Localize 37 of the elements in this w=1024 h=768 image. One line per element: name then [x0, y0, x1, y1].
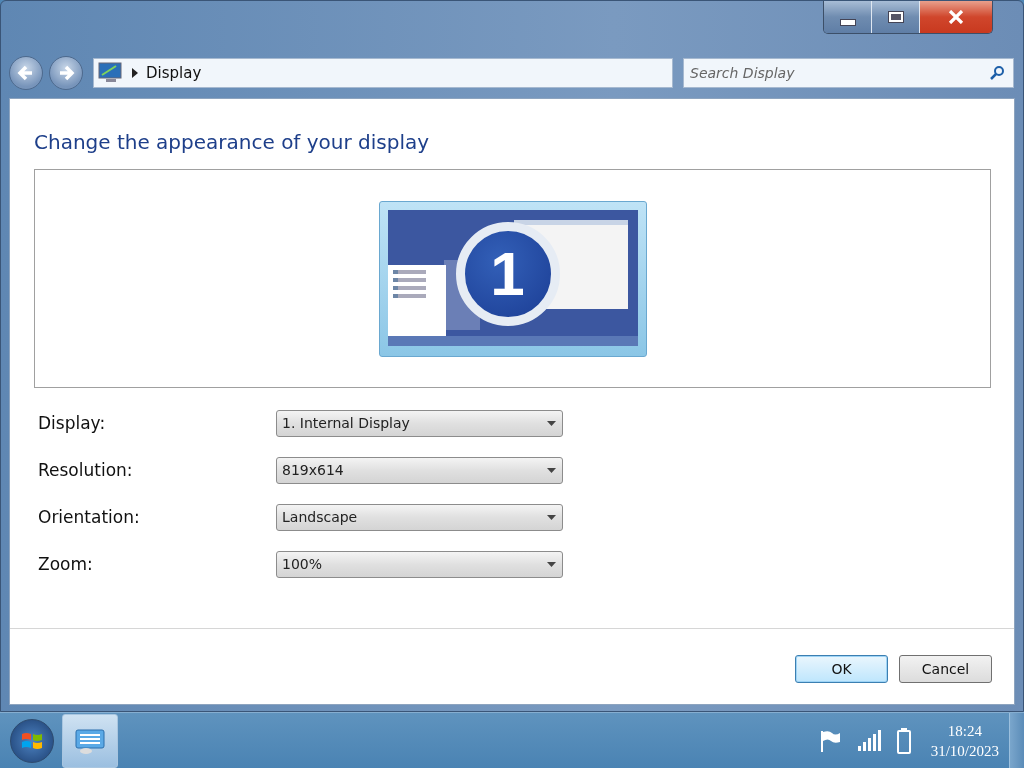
- signal-icon[interactable]: [856, 729, 881, 752]
- flag-icon[interactable]: [818, 728, 841, 753]
- dropdown-arrow-icon: [547, 420, 556, 426]
- search-field[interactable]: Search Display: [683, 58, 1014, 88]
- clock-date: 31/10/2023: [930, 741, 999, 761]
- clock[interactable]: 18:24 31/10/2023: [930, 720, 999, 761]
- setting-label: Orientation:: [38, 507, 141, 527]
- setting-label: Display:: [38, 413, 107, 433]
- dropdown-arrow-icon: [547, 467, 556, 473]
- maximize-button[interactable]: [872, 1, 920, 33]
- forward-button[interactable]: [49, 56, 83, 90]
- battery-icon[interactable]: [896, 727, 911, 754]
- dialog-button[interactable]: OK: [795, 654, 888, 683]
- dropdown-arrow-icon: [547, 561, 556, 567]
- start-button[interactable]: [10, 718, 54, 763]
- back-button[interactable]: [9, 56, 43, 90]
- dropdown[interactable]: 100%: [276, 550, 563, 578]
- setting-label: Zoom:: [38, 554, 94, 574]
- dropdown[interactable]: Landscape: [276, 503, 563, 531]
- setting-label: Resolution:: [38, 460, 134, 480]
- display-number: 1: [490, 242, 525, 305]
- address-bar[interactable]: Display: [93, 58, 673, 88]
- dropdown[interactable]: 819x614: [276, 456, 563, 484]
- close-icon: [948, 10, 964, 24]
- dropdown-arrow-icon: [547, 514, 556, 520]
- monitor-icon: [98, 61, 124, 85]
- taskbar-app-button[interactable]: [62, 713, 118, 768]
- clock-time: 18:24: [947, 721, 982, 741]
- monitor-frame[interactable]: 1: [378, 200, 647, 357]
- dropdown[interactable]: 1. Internal Display: [276, 409, 563, 437]
- close-button[interactable]: [920, 1, 992, 33]
- page-heading: Change the appearance of your display: [34, 129, 431, 156]
- dialog-button[interactable]: Cancel: [899, 654, 992, 683]
- breadcrumb-item[interactable]: Display: [146, 64, 202, 82]
- breadcrumb-arrow-icon: [132, 68, 138, 78]
- minimize-button[interactable]: [824, 1, 872, 33]
- search-icon[interactable]: [989, 65, 1005, 81]
